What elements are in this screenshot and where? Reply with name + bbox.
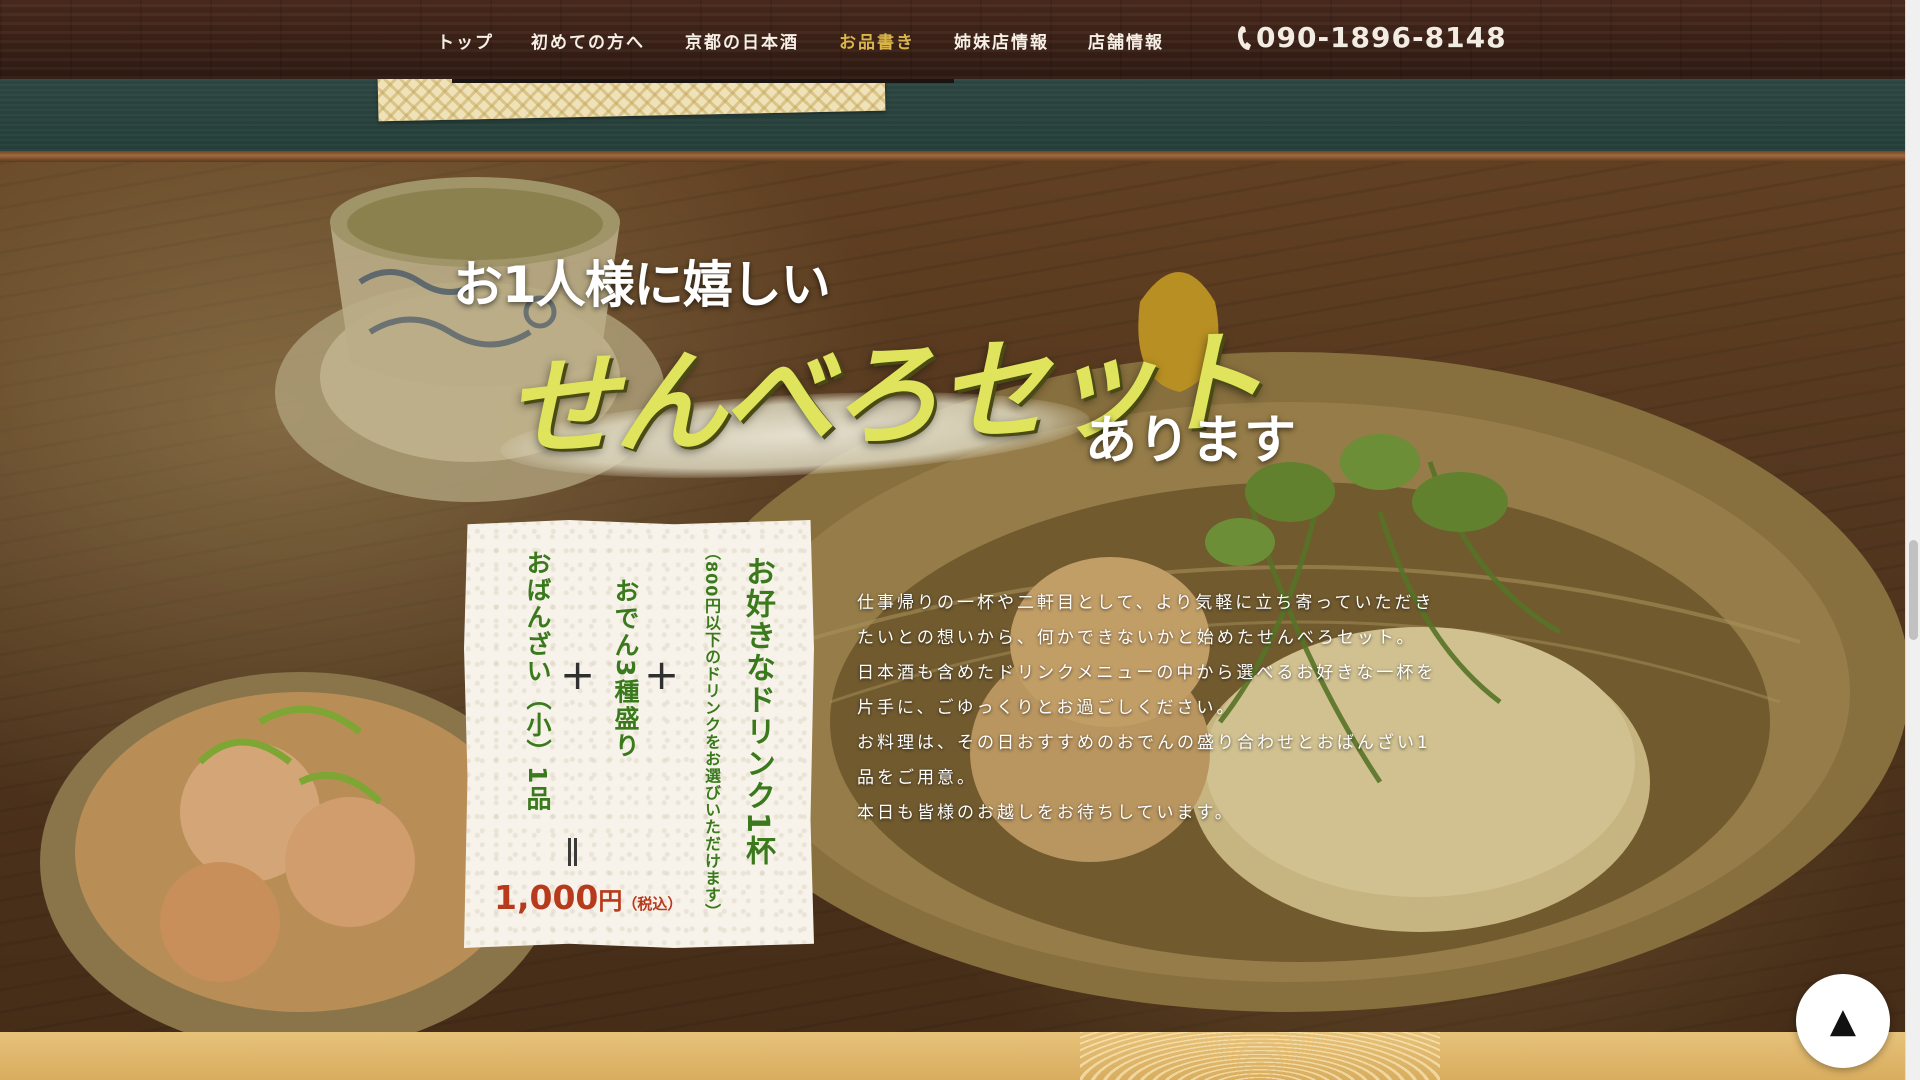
description-line: お料理は、その日おすすめのおでんの盛り合わせとおばんざい1 — [857, 733, 1431, 753]
scrollbar-thumb[interactable] — [1909, 540, 1918, 640]
nav-item-first-time[interactable]: 初めての方へ — [531, 28, 645, 53]
nav-item-kyoto-sake[interactable]: 京都の日本酒 — [685, 28, 799, 53]
description-line: 日本酒も含めたドリンクメニューの中から選べるお好きな一杯を — [857, 663, 1437, 683]
scrollbar[interactable] — [1905, 0, 1920, 1080]
description: 仕事帰りの一杯や二軒目として、より気軽に立ち寄っていただき たいとの想いから、何… — [857, 586, 1457, 831]
heading-subtitle: お1人様に嬉しい — [453, 256, 831, 314]
back-to-top-button[interactable]: ▲ — [1796, 974, 1890, 1068]
description-line: 本日も皆様のお越しをお待ちしています。 — [857, 803, 1235, 823]
nav-item-sister-stores[interactable]: 姉妹店情報 — [954, 28, 1049, 53]
phone-link[interactable]: 090-1896-8148 — [1236, 21, 1507, 54]
description-line: 品をご用意。 — [857, 768, 977, 788]
drink-note: （800円以下のドリンクをお選びいただけます） — [702, 544, 721, 921]
description-line: 仕事帰りの一杯や二軒目として、より気軽に立ち寄っていただき — [857, 593, 1435, 613]
wave-pattern — [1080, 1032, 1440, 1080]
description-line: 片手に、ごゆっくりとお過ごしください。 — [857, 698, 1237, 718]
nav-item-store-info[interactable]: 店舗情報 — [1088, 28, 1164, 53]
nav-item-top[interactable]: トップ — [437, 28, 494, 53]
price-tax: （税込） — [622, 895, 683, 913]
arrow-up-icon: ▲ — [1829, 1001, 1857, 1041]
nav-item-menu[interactable]: お品書き — [839, 28, 915, 53]
plus-sign: + — [644, 650, 680, 699]
obanzai-item: おばんざい（小）1品 — [523, 550, 552, 813]
wood-divider — [0, 151, 1905, 162]
plus-sign: + — [560, 650, 596, 699]
heading-suffix: あります — [1085, 411, 1298, 471]
oden-item: おでん3種盛り — [611, 578, 640, 760]
previous-section-photo-edge — [452, 79, 954, 83]
price: 1,000円（税込） — [494, 878, 682, 917]
phone-number: 090-1896-8148 — [1256, 21, 1507, 54]
price-unit: 円 — [598, 887, 623, 915]
site-header: トップ 初めての方へ 京都の日本酒 お品書き 姉妹店情報 店舗情報 090-18… — [0, 0, 1905, 79]
description-line: たいとの想いから、何かできないかと始めたせんべろセット。 — [857, 628, 1417, 648]
drink-item: お好きなドリンク1杯 — [740, 556, 775, 867]
equals-sign — [565, 838, 579, 866]
set-menu-card: お好きなドリンク1杯 （800円以下のドリンクをお選びいただけます） + おでん… — [464, 520, 814, 948]
next-section-band — [0, 1032, 1905, 1080]
previous-section-strip — [0, 79, 1905, 151]
phone-icon — [1238, 25, 1251, 50]
main-nav: トップ 初めての方へ 京都の日本酒 お品書き 姉妹店情報 店舗情報 090-18… — [0, 0, 1905, 79]
price-amount: 1,000 — [494, 878, 599, 917]
